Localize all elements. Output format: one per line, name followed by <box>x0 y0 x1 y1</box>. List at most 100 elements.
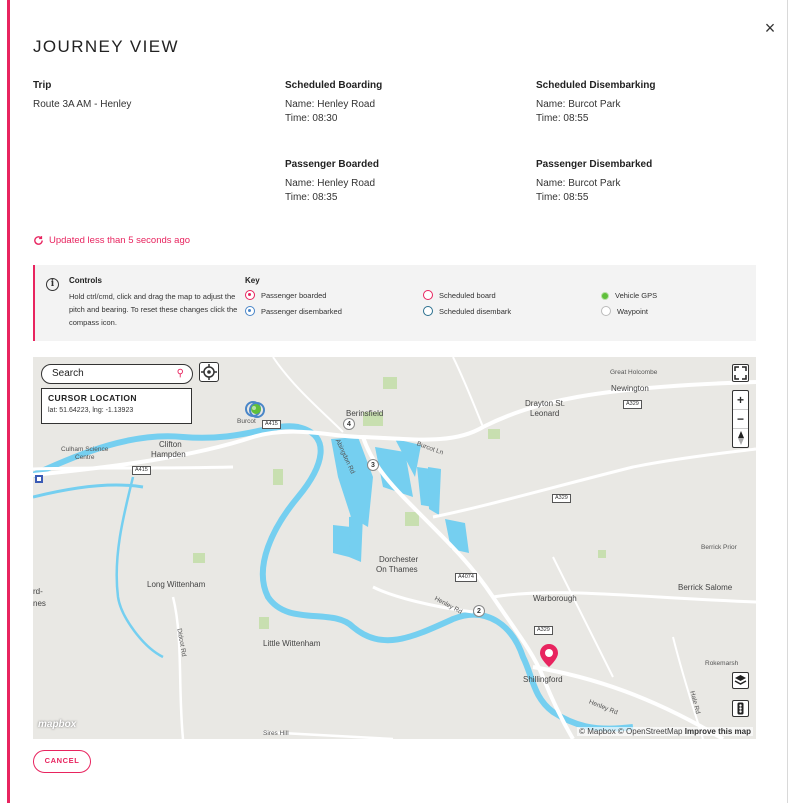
map-label-rokemarsh: Rokemarsh <box>705 660 739 667</box>
layers-button[interactable] <box>732 672 749 689</box>
crosshair-icon <box>201 364 217 380</box>
road-shield: A329 <box>623 400 642 409</box>
passenger-boarded-label: Passenger Boarded <box>285 159 379 170</box>
passenger-boarded-marker-icon <box>245 290 255 300</box>
improve-map-link[interactable]: Improve this map <box>685 727 751 736</box>
page-title: JOURNEY VIEW <box>33 37 179 56</box>
search-icon[interactable]: ⚲ <box>177 368 184 379</box>
scheduled-boarding-info: Scheduled Boarding Name: Henley Road Tim… <box>285 79 382 126</box>
scheduled-board-marker-icon <box>423 290 433 300</box>
scheduled-disembarking-time: Time: 08:55 <box>536 113 589 124</box>
key-label: Scheduled disembark <box>439 306 512 316</box>
key-title: Key <box>245 276 260 285</box>
compass-button[interactable] <box>733 429 748 448</box>
map-label-burcot: Burcot <box>237 418 256 425</box>
key-passenger-boarded: Passenger boarded <box>245 290 326 300</box>
fullscreen-icon <box>734 366 747 380</box>
waypoint-marker[interactable]: 2 <box>473 605 485 617</box>
passenger-boarded-info: Passenger Boarded Name: Henley Road Time… <box>285 158 379 205</box>
map-label-drayton: Drayton St. <box>525 399 566 408</box>
map-label-culham: Culham Science <box>61 446 109 453</box>
attribution-text[interactable]: © Mapbox © OpenStreetMap <box>579 727 682 736</box>
trip-value: Route 3A AM - Henley <box>33 99 132 110</box>
controls-panel: i Controls Hold ctrl/cmd, click and drag… <box>33 265 756 341</box>
zoom-in-button[interactable]: + <box>733 391 748 410</box>
locate-button[interactable] <box>199 362 219 382</box>
fullscreen-button[interactable] <box>732 364 749 382</box>
map-label-leonard: Leonard <box>530 409 560 418</box>
refresh-icon <box>34 236 43 245</box>
map-label-ord: rd- <box>33 587 43 596</box>
modal-edge <box>787 0 788 803</box>
key-label: Scheduled board <box>439 290 496 300</box>
waypoint-marker[interactable]: 4 <box>343 418 355 430</box>
accent-bar <box>7 0 10 803</box>
key-vehicle-gps: Vehicle GPS <box>601 291 657 300</box>
cursor-location-value: lat: 51.64223, lng: -1.13923 <box>48 407 134 414</box>
map-label-dorchester: Dorchester <box>379 555 419 564</box>
road-shield: A415 <box>132 466 151 475</box>
map-label-hampden: Hampden <box>151 450 186 459</box>
scheduled-disembarking-label: Scheduled Disembarking <box>536 80 656 91</box>
map-label-long-wittenham: Long Wittenham <box>147 580 206 589</box>
key-scheduled-disembark: Scheduled disembark <box>423 306 511 316</box>
traffic-button[interactable] <box>732 700 749 717</box>
passenger-disembarked-label: Passenger Disembarked <box>536 159 653 170</box>
key-label: Waypoint <box>617 306 648 316</box>
passenger-boarded-time: Time: 08:35 <box>285 192 338 203</box>
waypoint-marker[interactable]: 3 <box>367 459 379 471</box>
key-label: Passenger disembarked <box>261 306 342 316</box>
passenger-disembarked-name: Name: Burcot Park <box>536 178 621 189</box>
map-label-berrick-prior: Berrick Prior <box>701 544 737 551</box>
cursor-location-title: CURSOR LOCATION <box>48 393 137 403</box>
map-attribution: © Mapbox © OpenStreetMap Improve this ma… <box>577 727 753 736</box>
map-search-input[interactable]: Search ⚲ <box>41 364 193 384</box>
scheduled-disembarking-name: Name: Burcot Park <box>536 99 621 110</box>
map-label-newington: Newington <box>611 384 649 393</box>
key-scheduled-board: Scheduled board <box>423 290 496 300</box>
scheduled-disembark-marker-icon <box>423 306 433 316</box>
scheduled-disembarking-info: Scheduled Disembarking Name: Burcot Park… <box>536 79 655 126</box>
road-shield: A329 <box>534 626 553 635</box>
controls-title: Controls <box>69 276 102 285</box>
zoom-controls: + − <box>732 390 749 448</box>
key-waypoint: Waypoint <box>601 306 648 316</box>
compass-icon <box>737 431 744 445</box>
road-shield: A4074 <box>455 573 477 582</box>
controls-text: Hold ctrl/cmd, click and drag the map to… <box>69 292 238 327</box>
scheduled-boarding-name: Name: Henley Road <box>285 99 376 110</box>
map-search-text: Search <box>52 368 84 379</box>
trip-label: Trip <box>33 80 52 91</box>
passenger-boarded-name: Name: Henley Road <box>285 178 376 189</box>
waypoint-marker-icon <box>601 306 611 316</box>
passenger-disembarked-time: Time: 08:55 <box>536 192 589 203</box>
map-label-little-wittenham: Little Wittenham <box>263 639 321 648</box>
updated-status-text: Updated less than 5 seconds ago <box>49 235 191 246</box>
trip-info: Trip Route 3A AM - Henley <box>33 79 131 112</box>
map-label-clifton: Clifton <box>159 440 182 449</box>
scheduled-boarding-label: Scheduled Boarding <box>285 80 383 91</box>
passenger-disembarked-marker-icon <box>245 306 255 316</box>
passenger-disembarked-info: Passenger Disembarked Name: Burcot Park … <box>536 158 652 205</box>
layers-icon <box>734 675 747 685</box>
journey-map[interactable]: Search ⚲ CURSOR LOCATION lat: 51.64223, … <box>33 357 756 739</box>
map-label-warborough: Warborough <box>533 594 577 603</box>
info-icon: i <box>46 278 59 291</box>
road-shield: A329 <box>552 494 571 503</box>
zoom-out-button[interactable]: − <box>733 410 748 429</box>
cancel-button[interactable]: CANCEL <box>33 750 91 773</box>
map-label-sires-hill: Sires Hill <box>263 730 289 737</box>
map-label-nes: nes <box>33 599 46 608</box>
map-label-berinsfield: Berinsfield <box>346 409 384 418</box>
updated-status: Updated less than 5 seconds ago <box>33 235 190 246</box>
journey-view-modal: × JOURNEY VIEW Trip Route 3A AM - Henley… <box>0 0 798 803</box>
map-label-great-holcombe: Great Holcombe <box>610 369 658 376</box>
map-label-shillingford: Shillingford <box>523 675 563 684</box>
road-shield: A415 <box>262 420 281 429</box>
close-button[interactable]: × <box>762 19 778 37</box>
map-label-on-thames: On Thames <box>376 565 418 574</box>
key-label: Passenger boarded <box>261 290 327 300</box>
scheduled-boarding-time: Time: 08:30 <box>285 113 338 124</box>
key-label: Vehicle GPS <box>615 291 658 300</box>
traffic-light-icon <box>737 702 744 715</box>
